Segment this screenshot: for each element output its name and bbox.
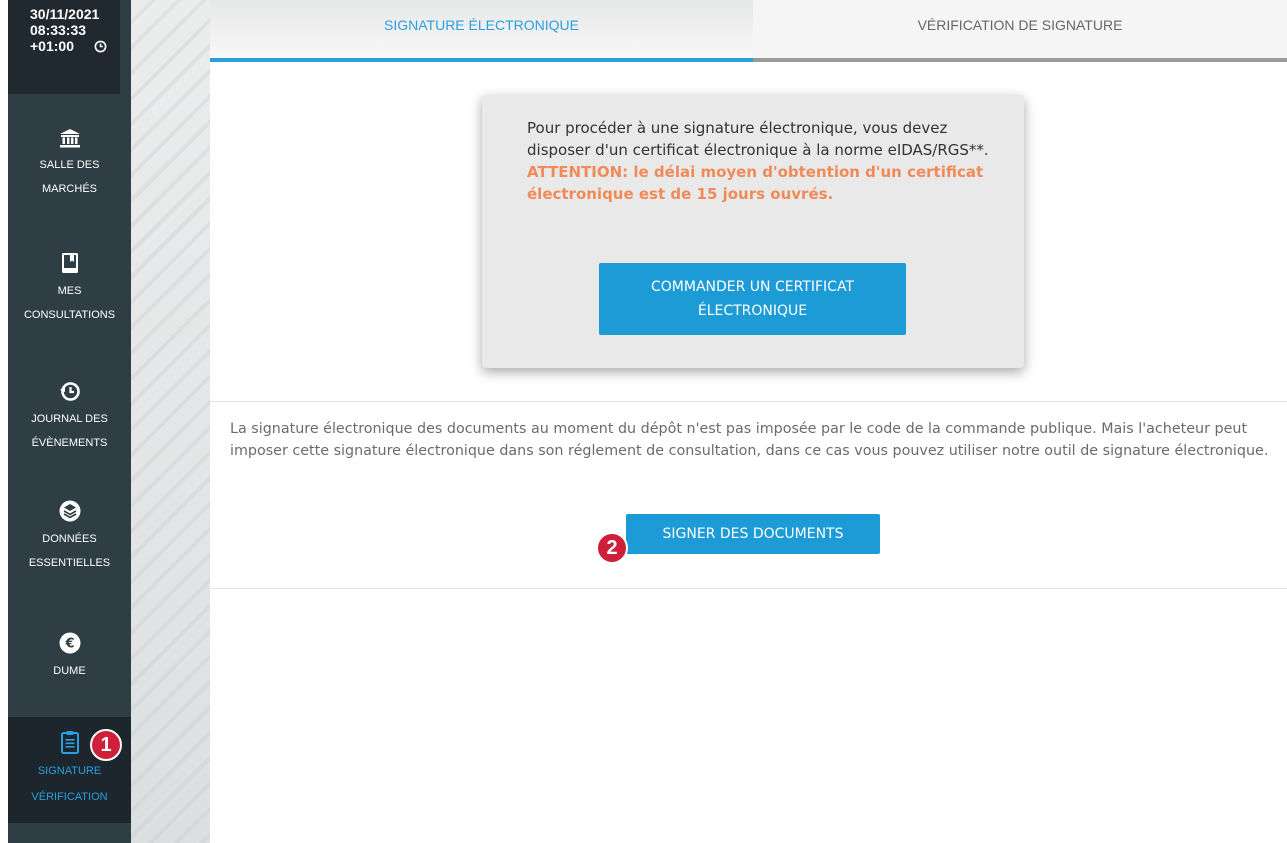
sidebar-item-dume[interactable]: € DUME	[8, 632, 131, 684]
sidebar-item-label: MARCHÉS	[41, 183, 97, 195]
clock-timezone: +01:00	[30, 38, 74, 54]
sidebar-item-label: ÉVÈNEMENTS	[31, 437, 108, 449]
certificate-intro-text: Pour procéder à une signature électroniq…	[527, 119, 989, 159]
annotation-badge-2: 2	[596, 532, 628, 564]
server-clock: 30/11/2021 08:33:33 +01:00	[8, 0, 120, 94]
certificate-warning-text: ATTENTION: le délai moyen d'obtention d'…	[527, 163, 984, 203]
tab-bar: SIGNATURE ÉLECTRONIQUE VÉRIFICATION DE S…	[210, 0, 1287, 62]
clock-date: 30/11/2021	[30, 6, 100, 22]
sidebar-item-donnees-essentielles[interactable]: DONNÉES ESSENTIELLES	[8, 500, 131, 576]
sidebar: 30/11/2021 08:33:33 +01:00 SALLE DES MAR…	[8, 0, 131, 843]
sidebar-item-label: ESSENTIELLES	[28, 557, 111, 569]
sidebar-item-label: SALLE DES	[39, 159, 100, 171]
tab-verification-de-signature[interactable]: VÉRIFICATION DE SIGNATURE	[753, 0, 1287, 62]
sidebar-item-salle-des-marches[interactable]: SALLE DES MARCHÉS	[8, 128, 131, 202]
sidebar-item-label: DONNÉES	[42, 533, 97, 545]
clock-time: 08:33:33	[30, 22, 87, 38]
annotation-badge-1: 1	[90, 729, 122, 761]
database-stack-icon	[59, 500, 80, 522]
svg-text:€: €	[64, 637, 74, 652]
bookmark-book-icon	[61, 253, 78, 273]
sidebar-item-label: VÉRIFICATION	[31, 791, 108, 803]
tab-signature-electronique[interactable]: SIGNATURE ÉLECTRONIQUE	[210, 0, 753, 62]
sidebar-item-label: SIGNATURE	[37, 765, 102, 777]
sidebar-item-journal-des-evenements[interactable]: JOURNAL DES ÉVÈNEMENTS	[8, 380, 131, 456]
order-certificate-button[interactable]: COMMANDER UN CERTIFICAT ÉLECTRONIQUE	[599, 263, 906, 335]
app-root: 30/11/2021 08:33:33 +01:00 SALLE DES MAR…	[0, 0, 1287, 843]
sidebar-item-mes-consultations[interactable]: MES CONSULTATIONS	[8, 252, 131, 328]
euro-icon: €	[59, 632, 80, 654]
sidebar-item-label: MES	[57, 285, 82, 297]
sidebar-item-label: CONSULTATIONS	[23, 309, 116, 321]
clock-icon	[94, 40, 107, 52]
bank-icon	[59, 129, 80, 148]
sign-documents-button[interactable]: SIGNER DES DOCUMENTS	[626, 514, 880, 554]
background-texture	[131, 0, 210, 843]
signature-description: La signature électronique des documents …	[230, 421, 1269, 459]
certificate-info-card: Pour procéder à une signature électroniq…	[482, 95, 1024, 368]
section-divider	[210, 401, 1287, 402]
history-icon	[59, 382, 80, 401]
clipboard-icon	[60, 731, 79, 754]
sidebar-item-label: DUME	[53, 665, 86, 677]
sidebar-item-label: JOURNAL DES	[31, 413, 108, 425]
section-divider	[210, 588, 1287, 589]
